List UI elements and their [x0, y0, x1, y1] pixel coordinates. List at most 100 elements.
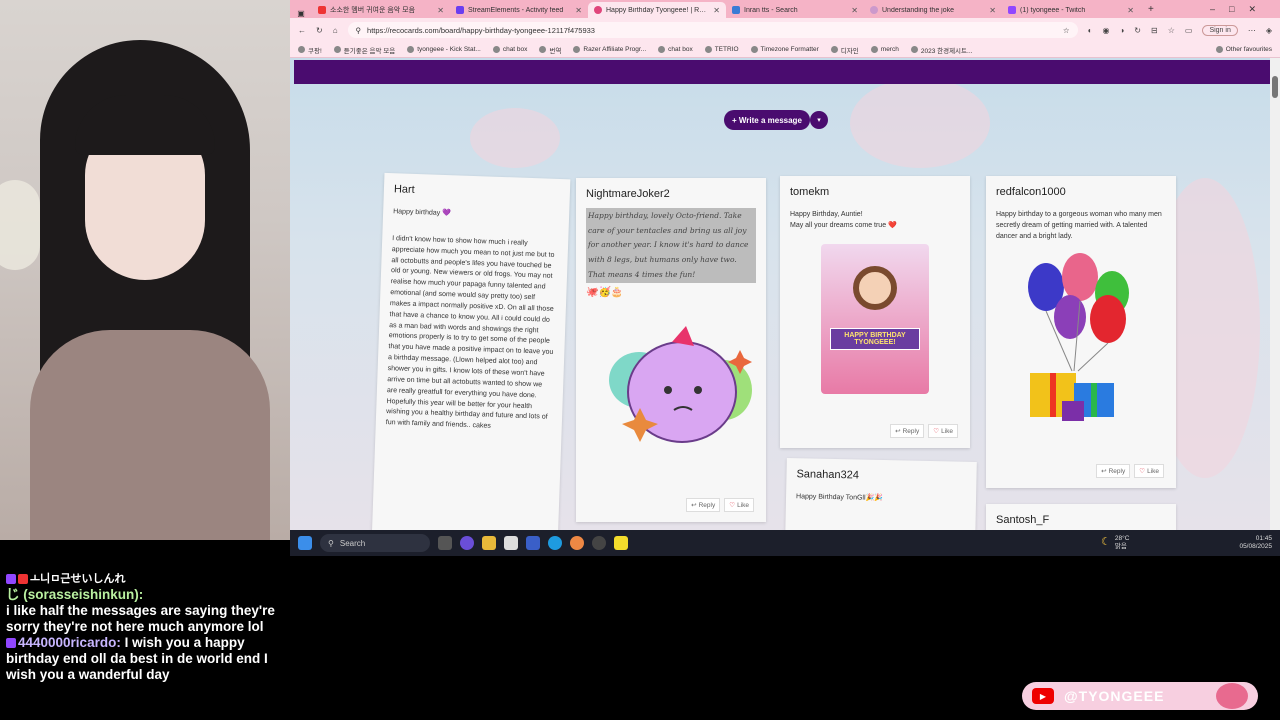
reply-button[interactable]: ↩ Reply [686, 498, 721, 512]
notepad-icon[interactable] [504, 536, 518, 550]
message-card: tomekm Happy Birthday, Auntie! May all y… [780, 176, 970, 448]
stream-chat: ㅗ니ㅁ근せいしんれ じ (sorasseishinkun): i like ha… [6, 570, 291, 683]
edge-icon[interactable] [548, 536, 562, 550]
start-icon[interactable] [298, 536, 312, 550]
card-author: redfalcon1000 [996, 186, 1066, 198]
bookmark-icon [750, 46, 758, 53]
reply-button[interactable]: ↩ Reply [890, 424, 925, 438]
heart-icon: ♡ [933, 428, 940, 435]
refresh-extension-icon[interactable]: ↻ [1134, 26, 1141, 35]
copilot-icon[interactable]: ◈ [1266, 26, 1272, 35]
bookmark-item[interactable]: merch [870, 46, 899, 53]
bookmark-item[interactable]: chat box [492, 46, 527, 53]
bookmark-item[interactable]: 2023 한경제시트... [910, 45, 972, 55]
sign-in-button[interactable]: Sign in [1202, 24, 1238, 36]
message-card: redfalcon1000 Happy birthday to a gorgeo… [986, 176, 1176, 488]
kakaotalk-icon[interactable] [614, 536, 628, 550]
favorite-star-icon[interactable]: ☆ [1063, 26, 1070, 35]
tab-search[interactable]: Inran tts - Search ✕ [726, 2, 864, 18]
bookmark-item[interactable]: TETRIO [704, 46, 739, 53]
file-explorer-icon[interactable] [482, 536, 496, 550]
close-icon[interactable]: ✕ [989, 6, 996, 15]
reply-icon: ↩ [1101, 468, 1107, 475]
tab-twitch[interactable]: (1) tyongeee - Twitch ✕ [1002, 2, 1140, 18]
scrollbar-thumb[interactable] [1272, 76, 1278, 98]
taskbar-clock[interactable]: 01:45 05/08/2025 [1239, 535, 1272, 552]
new-tab-button[interactable]: + [1140, 4, 1162, 18]
card-author: NightmareJoker2 [586, 188, 670, 200]
bookmark-item[interactable]: 번역 [539, 45, 561, 55]
app-icon[interactable] [526, 536, 540, 550]
reply-button[interactable]: ↩ Reply [1096, 464, 1131, 478]
favorites-icon[interactable]: ☆ [1168, 26, 1175, 35]
channel-watermark: ▶ @TYONGEEE [1022, 682, 1258, 710]
weather-widget[interactable]: ☾ 28°C 맑음 [1101, 535, 1129, 551]
extension-icon-3[interactable]: ◑ [1119, 26, 1124, 35]
bookmark-item[interactable]: Razer Affiliate Progr... [573, 46, 646, 53]
close-icon[interactable]: ✕ [851, 6, 858, 15]
window-controls[interactable]: –□✕ [1200, 4, 1280, 18]
card-author: Hart [393, 183, 415, 196]
recocards-icon [594, 6, 602, 14]
card-message: Happy Birthday TonGll🎉🎉 [795, 493, 884, 503]
page-scrollbar[interactable] [1270, 58, 1280, 530]
tab-actions-icon[interactable]: ▣ [290, 9, 312, 18]
obs-icon[interactable] [592, 536, 606, 550]
streamelements-icon [456, 6, 464, 14]
birthday-artwork-image: HAPPY BIRTHDAY TYONGEEE! [821, 243, 929, 394]
chat-text: i like half the messages are saying they… [6, 603, 275, 634]
card-actions: ↩ Reply ♡ Like [686, 498, 754, 512]
like-button[interactable]: ♡ Like [928, 424, 958, 438]
taskbar: ⚲ Search ☾ 28°C 맑음 01:45 05/08/2025 [290, 530, 1280, 556]
bookmark-icon [870, 46, 878, 53]
bookmark-item[interactable]: Timezone Formatter [750, 46, 819, 53]
card-actions: ↩ Reply ♡ Like [890, 424, 958, 438]
home-icon[interactable]: ⌂ [333, 26, 338, 35]
close-icon[interactable]: ✕ [713, 6, 720, 15]
bookmark-item[interactable]: 쿠팡! [298, 45, 322, 55]
bookmarks-bar: 쿠팡! 듣기좋은 음악 모음 tyongeee - Kick Stat... c… [290, 42, 1280, 58]
other-favourites[interactable]: Other favourites [1215, 46, 1272, 53]
tab-recocards[interactable]: Happy Birthday Tyongeee! | Reco ✕ [588, 2, 726, 18]
bookmark-icon [539, 46, 547, 53]
bookmark-item[interactable]: 디자인 [830, 45, 859, 55]
app-icon[interactable] [460, 536, 474, 550]
chat-username: じ (sorasseishinkun): [6, 587, 144, 602]
octopus-sticker-image [609, 326, 752, 444]
bookmark-item[interactable]: chat box [658, 46, 693, 53]
collections-icon[interactable]: ▭ [1185, 26, 1193, 35]
task-view-icon[interactable] [438, 536, 452, 550]
bookmark-item[interactable]: 듣기좋은 음악 모음 [333, 45, 395, 55]
extension-icon[interactable]: ◐ [1088, 26, 1093, 35]
bookmark-icon [407, 46, 415, 53]
close-icon[interactable]: ✕ [575, 6, 582, 15]
refresh-icon[interactable]: ↻ [316, 26, 323, 35]
card-author: Santosh_F [996, 514, 1050, 526]
like-button[interactable]: ♡ Like [724, 498, 754, 512]
tab-music[interactable]: 소소한 멤버 귀여운 음악 모음 ✕ [312, 2, 450, 18]
write-options-dropdown[interactable]: ▾ [810, 111, 828, 129]
bookmark-item[interactable]: tyongeee - Kick Stat... [407, 46, 481, 53]
tab-joke[interactable]: Understanding the joke ✕ [864, 2, 1002, 18]
bookmark-icon [704, 46, 712, 53]
message-card: Hart Happy birthday 💜 I didn't know how … [371, 172, 571, 530]
bookmark-icon [298, 46, 305, 53]
extension-icon-2[interactable]: ◉ [1102, 26, 1109, 35]
card-greeting: Happy birthday 💜 [393, 208, 452, 218]
folder-icon [830, 46, 838, 53]
taskbar-search[interactable]: ⚲ Search [320, 534, 430, 552]
tab-streamelements[interactable]: StreamElements - Activity feed ✕ [450, 2, 588, 18]
chat-username: 4440000ricardo: [18, 635, 121, 650]
close-icon[interactable]: ✕ [1127, 6, 1134, 15]
back-icon[interactable]: ← [298, 26, 306, 35]
close-icon[interactable]: ✕ [437, 6, 444, 15]
like-button[interactable]: ♡ Like [1134, 464, 1164, 478]
webcam-feed [0, 0, 290, 540]
split-screen-icon[interactable]: ⊟ [1151, 26, 1158, 35]
youtube-icon [318, 6, 326, 14]
more-icon[interactable]: ⋯ [1248, 26, 1256, 35]
address-bar[interactable]: ⚲ https://recocards.com/board/happy-birt… [347, 22, 1078, 38]
sub-badge-icon [6, 574, 16, 585]
chrome-icon[interactable] [570, 536, 584, 550]
write-message-button[interactable]: + Write a message [724, 110, 810, 130]
